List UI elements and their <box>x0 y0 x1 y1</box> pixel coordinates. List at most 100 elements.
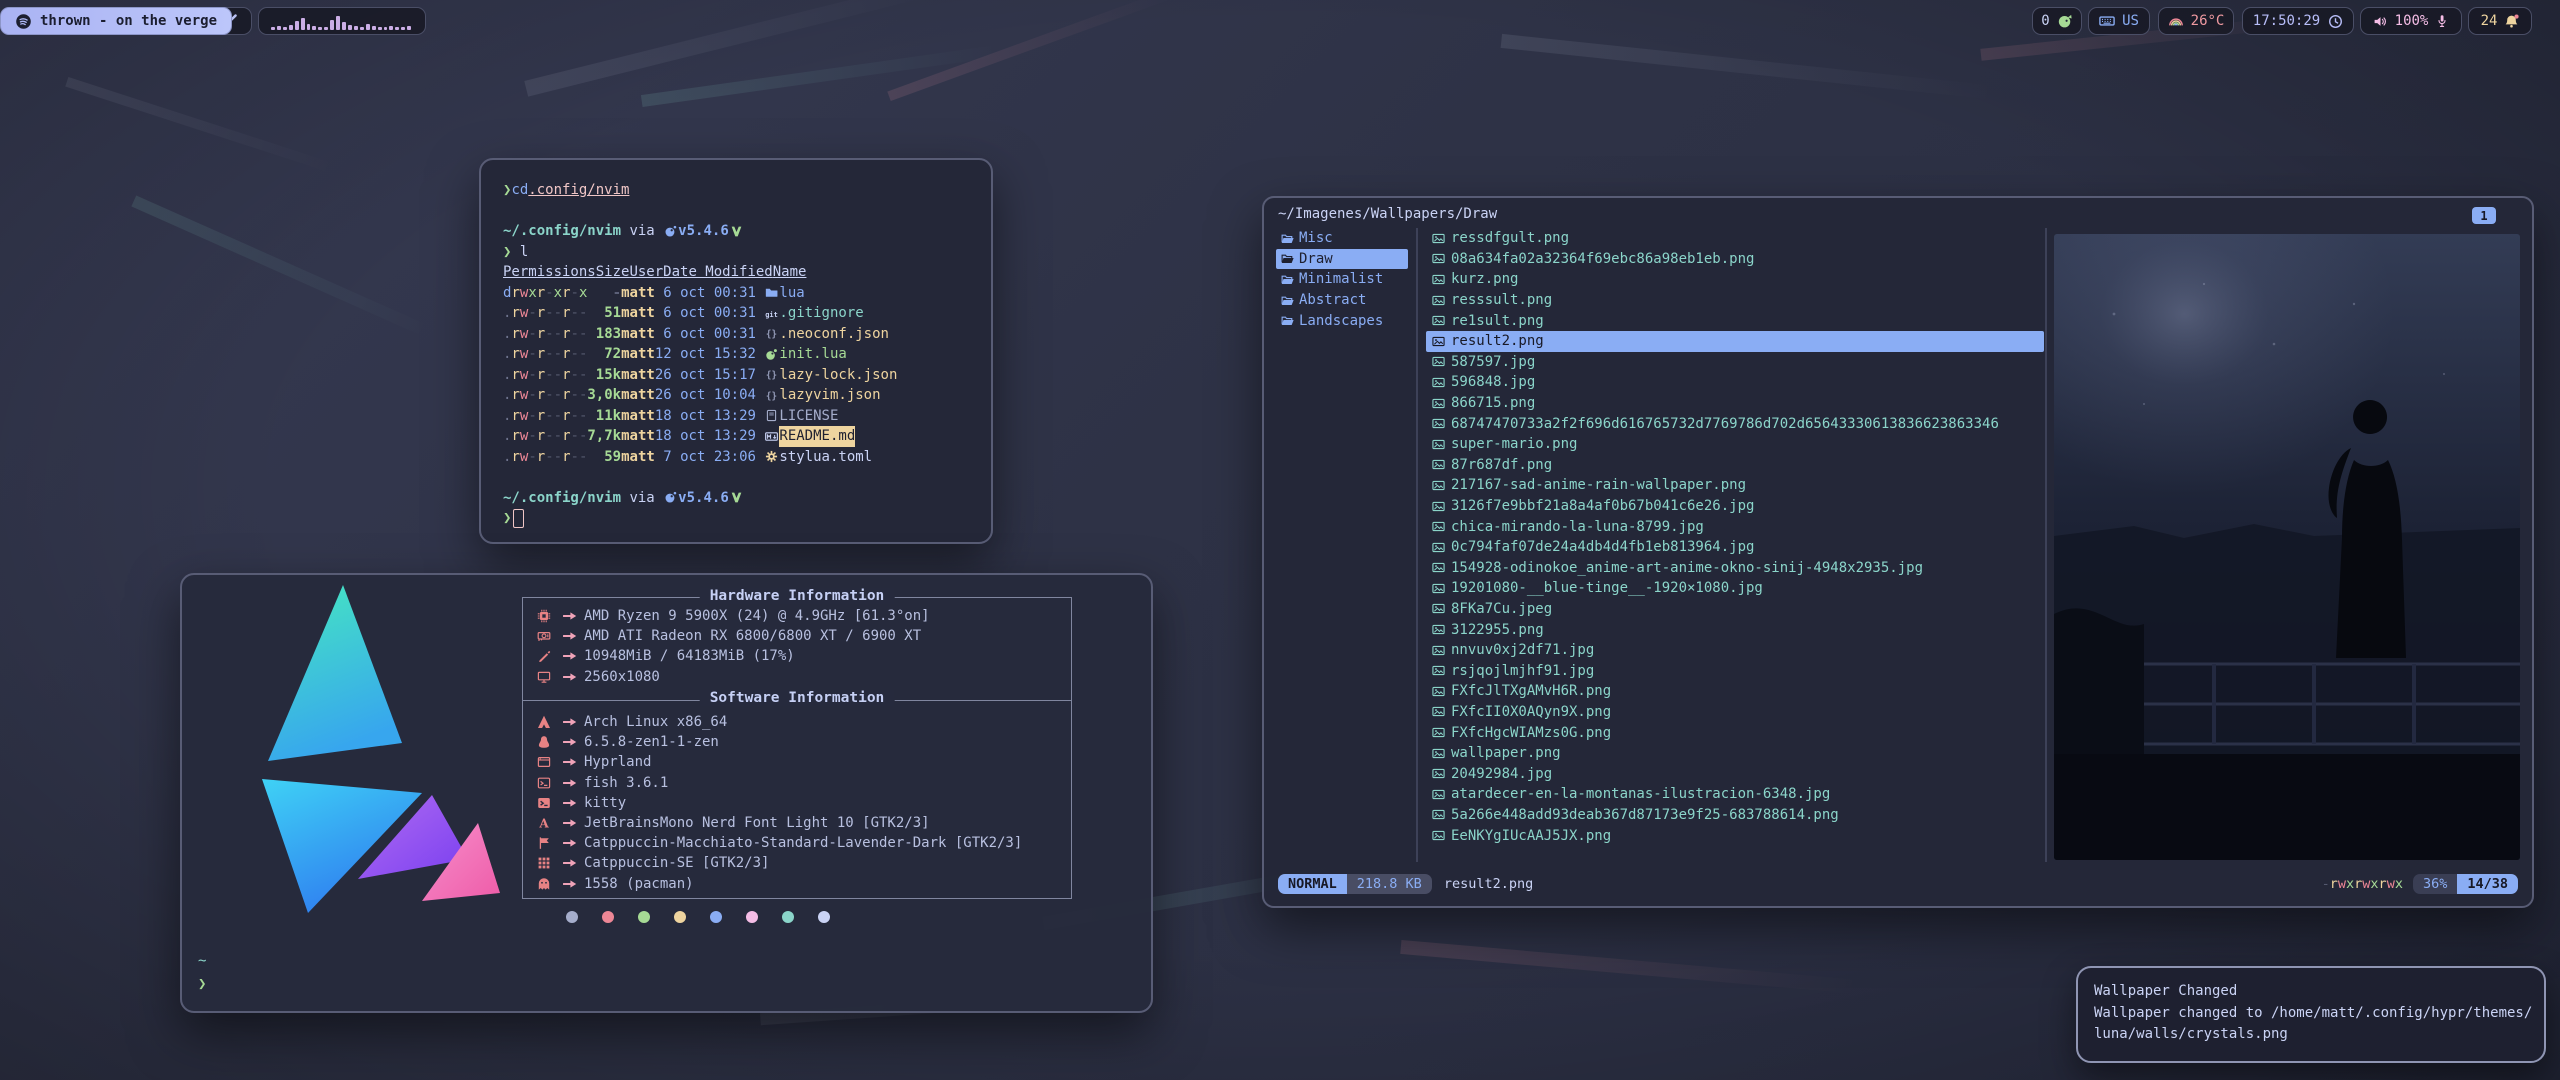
hardware-rows: AMD Ryzen 9 5900X (24) @ 4.9GHz [61.3°on… <box>533 606 1065 687</box>
fetch-info-row: 6.5.8-zen1-1-zen <box>533 732 1065 752</box>
fetch-info-row: Arch Linux x86_64 <box>533 712 1065 732</box>
arrow-icon <box>563 877 577 891</box>
idle-count: 0 <box>2041 13 2049 29</box>
file-item[interactable]: wallpaper.png <box>1426 743 2044 764</box>
speaker-icon <box>2373 14 2388 29</box>
file-item[interactable]: nnvuv0xj2df71.jpg <box>1426 640 2044 661</box>
image-icon <box>1432 314 1445 327</box>
image-icon <box>1432 541 1445 554</box>
sidebar-item-landscapes[interactable]: Landscapes <box>1276 310 1408 331</box>
file-item[interactable]: EeNKYgIUcAAJ5JX.png <box>1426 825 2044 846</box>
sidebar-item-abstract[interactable]: Abstract <box>1276 290 1408 311</box>
image-icon <box>1432 520 1445 533</box>
arrow-icon <box>563 609 577 623</box>
file-item[interactable]: FXfcJlTXgAMvH6R.png <box>1426 681 2044 702</box>
arrow-icon <box>563 715 577 729</box>
moon-icon <box>765 348 778 361</box>
arrow-icon <box>563 796 577 810</box>
arrow-icon <box>563 856 577 870</box>
file-item[interactable]: 19201080-__blue-tinge__-1920×1080.jpg <box>1426 578 2044 599</box>
file-item[interactable]: 866715.png <box>1426 393 2044 414</box>
svg-text:A: A <box>538 816 549 830</box>
image-icon <box>1432 232 1445 245</box>
terminal-window[interactable]: ❯ cd .config/nvim ~/.config/nvim via v5.… <box>479 158 993 544</box>
file-item[interactable]: 68747470733a2f2f696d616765732d7769786d70… <box>1426 413 2044 434</box>
pane-divider-right <box>2045 228 2047 862</box>
file-item[interactable]: 5a266e448add93deab367d87173e9f25-6837886… <box>1426 805 2044 826</box>
tray-keyboard-layout[interactable]: US <box>2088 7 2150 35</box>
image-icon <box>1432 808 1445 821</box>
image-icon <box>1432 397 1445 410</box>
ls-row: .rw-r--r-- 72 matt 12 oct 15:32 init.lua <box>503 344 991 365</box>
color-dot <box>602 911 614 923</box>
file-item[interactable]: resssult.png <box>1426 290 2044 311</box>
icons-icon <box>537 856 551 870</box>
status-permissions: -rwxrwxrwx <box>2322 876 2403 892</box>
file-item[interactable]: 3122955.png <box>1426 619 2044 640</box>
file-item[interactable]: chica-mirando-la-luna-8799.jpg <box>1426 516 2044 537</box>
sidebar-item-misc[interactable]: Misc <box>1276 228 1408 249</box>
tray-clock[interactable]: 17:50:29 <box>2242 7 2354 35</box>
file-item[interactable]: 20492984.jpg <box>1426 763 2044 784</box>
sidebar-item-minimalist[interactable]: Minimalist <box>1276 269 1408 290</box>
file-item[interactable]: rsjqojlmjhf91.jpg <box>1426 660 2044 681</box>
tray-date[interactable]: 24 <box>2468 7 2532 35</box>
tray-weather[interactable]: 26°C <box>2158 7 2234 35</box>
tab-badge[interactable]: 1 <box>2472 207 2496 224</box>
file-item[interactable]: 154928-odinokoe_anime-art-anime-okno-sin… <box>1426 558 2044 579</box>
notification-title: Wallpaper Changed <box>2094 981 2528 1003</box>
file-item[interactable]: 587597.jpg <box>1426 352 2044 373</box>
image-icon <box>1432 788 1445 801</box>
fetch-info-row: 10948MiB / 64183MiB (17%) <box>533 646 1065 666</box>
file-size-badge: 218.8 KB <box>1347 874 1432 894</box>
file-item[interactable]: 87r687df.png <box>1426 455 2044 476</box>
ls-header-row: Permissions Size User Date Modified Name <box>503 262 991 283</box>
file-item[interactable]: 3126f7e9bbf21a8a4af0b67b041c6e26.jpg <box>1426 496 2044 517</box>
fetch-info-row: Catppuccin-SE [GTK2/3] <box>533 853 1065 873</box>
notification-toast[interactable]: Wallpaper Changed Wallpaper changed to /… <box>2076 966 2546 1063</box>
file-item[interactable]: result2.png <box>1426 331 2044 352</box>
file-manager-window[interactable]: ~/Imagenes/Wallpapers/Draw 1 MiscDrawMin… <box>1262 196 2534 908</box>
tray-idle-module[interactable]: 0 <box>2032 7 2082 35</box>
bell-icon <box>2504 14 2519 29</box>
file-item[interactable]: re1sult.png <box>1426 310 2044 331</box>
ls-row: .rw-r--r-- 183 matt 6 oct 00:31 {} .neoc… <box>503 324 991 345</box>
openfolder-icon <box>1281 294 1294 307</box>
status-filename: result2.png <box>1444 876 1533 892</box>
image-icon <box>1432 602 1445 615</box>
file-item[interactable]: 0c794faf07de24a4db4d4fb1eb813964.jpg <box>1426 537 2044 558</box>
fetch-info-row: 1558 (pacman) <box>533 874 1065 894</box>
image-icon <box>1432 582 1445 595</box>
file-item[interactable]: 596848.jpg <box>1426 372 2044 393</box>
color-dot <box>782 911 794 923</box>
image-icon <box>1432 458 1445 471</box>
software-section-title: Software Information <box>700 690 895 706</box>
file-item[interactable]: FXfcII0X0AQyn9X.png <box>1426 702 2044 723</box>
svg-text:{}: {} <box>766 370 777 381</box>
ls-row: .rw-r--r-- 7,7k matt 18 oct 13:29 README… <box>503 426 991 447</box>
shell-icon <box>537 776 551 790</box>
braces-icon: {} <box>765 389 778 402</box>
sidebar-item-draw[interactable]: Draw <box>1276 249 1408 270</box>
image-icon <box>1432 644 1445 657</box>
active-window-title[interactable]: thrown - on the verge <box>0 7 232 35</box>
keyboard-icon <box>2099 13 2115 29</box>
file-item[interactable]: kurz.png <box>1426 269 2044 290</box>
lua-icon <box>664 225 677 238</box>
file-item[interactable]: ressdfgult.png <box>1426 228 2044 249</box>
file-item[interactable]: super-mario.png <box>1426 434 2044 455</box>
terminal-command-line: ❯ l <box>503 242 991 263</box>
terminal-prompt: ❯ <box>503 508 991 529</box>
volume-label: 100% <box>2395 13 2429 29</box>
file-item[interactable]: 217167-sad-anime-rain-wallpaper.png <box>1426 475 2044 496</box>
file-item[interactable]: 8FKa7Cu.jpeg <box>1426 599 2044 620</box>
file-item[interactable]: FXfcHgcWIAMzs0G.png <box>1426 722 2044 743</box>
tray-audio[interactable]: 100% <box>2360 7 2462 35</box>
terminal-line: ~/.config/nvim via v5.4.6 <box>503 221 991 242</box>
arrow-icon <box>563 649 577 663</box>
markdown-icon <box>765 430 778 443</box>
fetch-window[interactable]: Hardware Information Software Informatio… <box>180 573 1153 1013</box>
file-item[interactable]: 08a634fa02a32364f69ebc86a98eb1eb.png <box>1426 249 2044 270</box>
arch-icon <box>537 715 551 729</box>
file-item[interactable]: atardecer-en-la-montanas-ilustracion-634… <box>1426 784 2044 805</box>
